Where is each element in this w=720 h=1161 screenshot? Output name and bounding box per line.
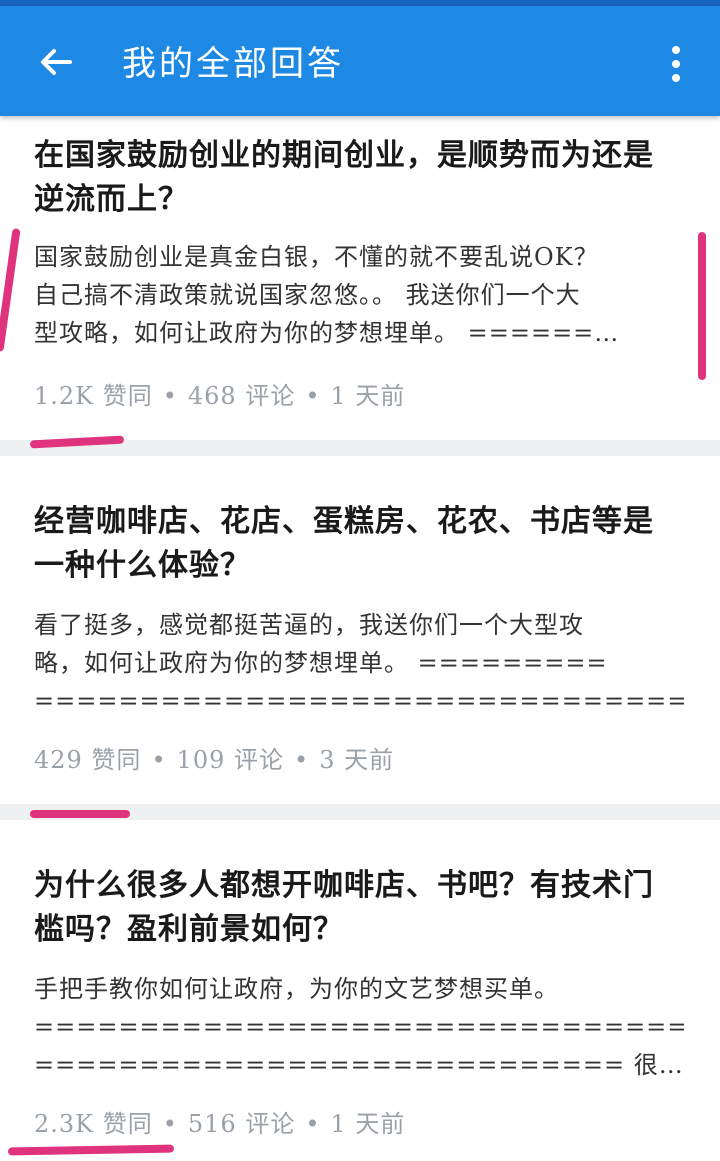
- question-title[interactable]: 为什么很多人都想开咖啡店、书吧？有技术门 槛吗？盈利前景如何？: [34, 864, 684, 952]
- annotation-mark-right: [698, 232, 706, 380]
- answer-time: 1 天前: [330, 382, 406, 410]
- like-count: 429 赞同: [34, 746, 142, 774]
- answer-card[interactable]: 经营咖啡店、花店、蛋糕房、花农、书店等是 一种什么体验？ 看了挺多，感觉都挺苦逼…: [0, 456, 720, 804]
- answer-time: 3 天前: [319, 746, 395, 774]
- page-title: 我的全部回答: [122, 44, 344, 84]
- like-count: 1.2K 赞同: [34, 382, 153, 410]
- app-bar: 我的全部回答: [0, 6, 720, 116]
- answer-meta: 1.2K 赞同 • 468 评论 • 1 天前: [34, 382, 406, 410]
- answer-time: 1 天前: [330, 1110, 406, 1138]
- comment-count: 468 评论: [187, 382, 296, 410]
- question-title[interactable]: 在国家鼓励创业的期间创业，是顺势而为还是 逆流而上？: [34, 134, 684, 222]
- answer-excerpt[interactable]: 手把手教你如何让政府，为你的文艺梦想买单。 ==================…: [34, 970, 684, 1084]
- annotation-underline: [30, 810, 130, 818]
- arrow-back-icon[interactable]: [36, 42, 76, 82]
- answer-meta: 429 赞同 • 109 评论 • 3 天前: [34, 746, 395, 774]
- comment-count: 109 评论: [176, 746, 285, 774]
- answer-meta: 2.3K 赞同 • 516 评论 • 1 天前: [34, 1110, 406, 1138]
- answer-card[interactable]: 为什么很多人都想开咖啡店、书吧？有技术门 槛吗？盈利前景如何？ 手把手教你如何让…: [0, 820, 720, 1161]
- answer-excerpt[interactable]: 看了挺多，感觉都挺苦逼的，我送你们一个大型攻 略，如何让政府为你的梦想埋单。 =…: [34, 606, 684, 720]
- answer-excerpt[interactable]: 国家鼓励创业是真金白银，不懂的就不要乱说OK？ 自己搞不清政策就说国家忽悠。。 …: [34, 238, 684, 352]
- answer-card[interactable]: 在国家鼓励创业的期间创业，是顺势而为还是 逆流而上？ 国家鼓励创业是真金白银，不…: [0, 116, 720, 440]
- more-vert-icon[interactable]: [660, 42, 692, 86]
- like-count: 2.3K 赞同: [34, 1110, 153, 1138]
- question-title[interactable]: 经营咖啡店、花店、蛋糕房、花农、书店等是 一种什么体验？: [34, 500, 684, 588]
- comment-count: 516 评论: [187, 1110, 296, 1138]
